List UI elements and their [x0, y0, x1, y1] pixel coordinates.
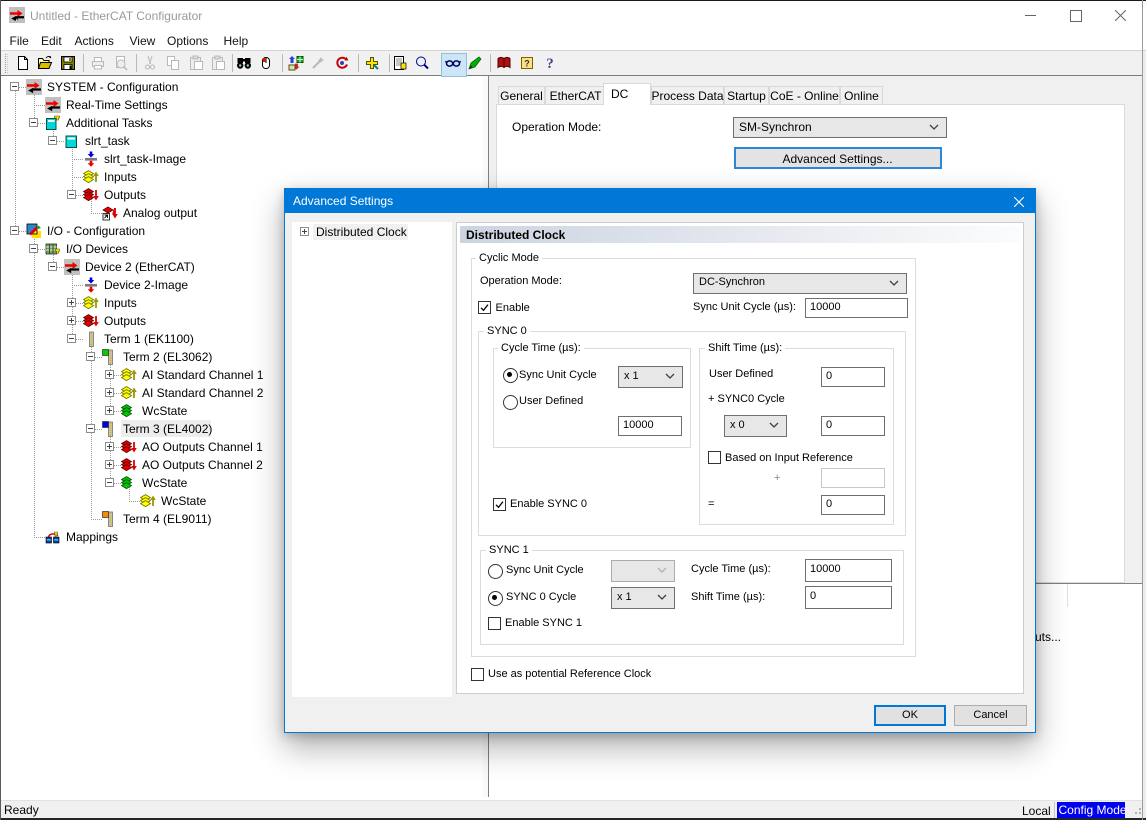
- svg-text:?: ?: [546, 56, 554, 71]
- svg-text:?: ?: [524, 59, 530, 69]
